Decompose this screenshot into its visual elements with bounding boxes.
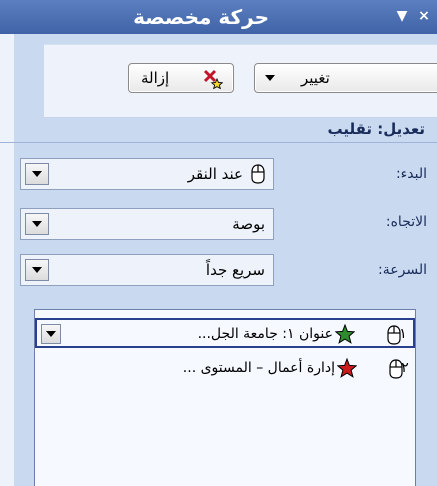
left-margin bbox=[0, 34, 14, 486]
panel-title: حركة مخصصة bbox=[133, 5, 269, 29]
start-dropdown[interactable]: عند النقر bbox=[20, 158, 274, 190]
close-icon[interactable]: × bbox=[415, 6, 433, 26]
speed-label: السرعة: bbox=[378, 262, 427, 278]
chevron-down-icon[interactable] bbox=[25, 259, 49, 281]
mouse-icon bbox=[251, 164, 265, 184]
toolbar: تغيير إزالة bbox=[44, 44, 437, 118]
chevron-down-icon[interactable] bbox=[25, 163, 49, 185]
change-button[interactable]: تغيير bbox=[254, 63, 437, 93]
speed-value: سريع جداً bbox=[205, 261, 265, 279]
star-icon bbox=[337, 358, 357, 378]
start-value: عند النقر bbox=[187, 165, 243, 183]
remove-button[interactable]: إزالة bbox=[128, 63, 234, 93]
panel-header: × ▼ حركة مخصصة bbox=[0, 0, 437, 34]
chevron-down-icon[interactable]: ▼ bbox=[393, 6, 411, 26]
list-item[interactable]: ١ عنوان ١: جامعة الجل... bbox=[35, 318, 415, 348]
direction-label: الاتجاه: bbox=[385, 214, 427, 230]
direction-dropdown[interactable]: بوصة bbox=[20, 208, 274, 240]
chevron-down-icon[interactable] bbox=[41, 324, 61, 344]
modify-section-title: تعديل: تقليب bbox=[327, 120, 425, 138]
start-label: البدء: bbox=[395, 166, 427, 182]
mouse-icon bbox=[387, 325, 401, 345]
item-text: إدارة أعمال – المستوى ... bbox=[182, 360, 335, 376]
item-text: عنوان ١: جامعة الجل... bbox=[197, 326, 333, 342]
change-label: تغيير bbox=[301, 69, 330, 87]
remove-label: إزالة bbox=[141, 69, 170, 87]
chevron-down-icon[interactable] bbox=[25, 213, 49, 235]
direction-value: بوصة bbox=[232, 215, 265, 233]
chevron-down-icon bbox=[265, 75, 275, 81]
list-item[interactable]: ٢ إدارة أعمال – المستوى ... bbox=[35, 354, 415, 384]
delete-icon bbox=[203, 69, 223, 89]
speed-dropdown[interactable]: سريع جداً bbox=[20, 254, 274, 286]
star-icon bbox=[335, 324, 355, 344]
animation-list[interactable]: ١ عنوان ١: جامعة الجل... ٢ إدارة أعمال –… bbox=[34, 309, 416, 486]
mouse-icon bbox=[389, 359, 403, 379]
divider bbox=[0, 142, 437, 143]
custom-animation-panel: × ▼ حركة مخصصة تغيير إزالة تعديل: تقليب … bbox=[0, 0, 437, 486]
